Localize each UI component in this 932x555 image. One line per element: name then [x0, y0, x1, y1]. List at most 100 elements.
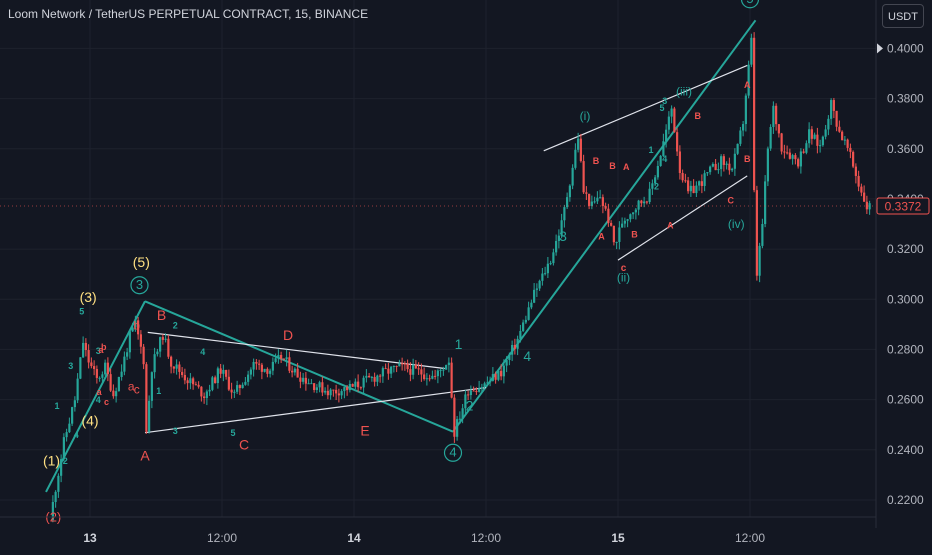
- candle-up: [445, 365, 448, 370]
- wave-label: A: [623, 162, 630, 172]
- candle-up: [843, 139, 846, 141]
- candle-up: [205, 391, 208, 399]
- candle-up: [711, 163, 714, 167]
- candle-up: [456, 419, 459, 437]
- wave-label: 3: [173, 426, 178, 436]
- candle-up: [156, 351, 159, 355]
- candle-up: [216, 368, 219, 384]
- candle-up: [574, 149, 577, 168]
- candle-down: [368, 375, 371, 378]
- candle-down: [288, 357, 291, 371]
- candle-down: [291, 370, 294, 373]
- candle-down: [673, 108, 676, 133]
- wave-label: C: [728, 195, 735, 205]
- candle-down: [227, 376, 230, 390]
- candle-up: [277, 354, 280, 359]
- candle-up: [813, 134, 816, 139]
- candle-up: [354, 381, 357, 387]
- candle-up: [731, 168, 734, 171]
- candle-up: [68, 423, 71, 433]
- candle-down: [783, 151, 786, 153]
- candle-up: [249, 369, 252, 375]
- candle-up: [73, 400, 76, 408]
- candle-up: [82, 342, 85, 358]
- wave-label: 5: [230, 428, 235, 438]
- y-tick-label: 0.3800: [887, 92, 924, 106]
- candle-down: [409, 369, 412, 375]
- candle-down: [841, 131, 844, 141]
- candle-up: [128, 331, 131, 353]
- candle-up: [830, 100, 833, 119]
- wave-label: B: [593, 156, 600, 166]
- candle-up: [211, 377, 214, 390]
- candle-down: [775, 105, 778, 125]
- x-tick-label: 12:00: [471, 531, 501, 545]
- candle-down: [832, 100, 835, 111]
- y-tick-label: 0.3600: [887, 142, 924, 156]
- candle-up: [348, 384, 351, 391]
- y-tick-label: 0.2600: [887, 393, 924, 407]
- candle-up: [615, 241, 618, 243]
- candle-down: [373, 376, 376, 382]
- candle-up: [486, 382, 489, 384]
- candle-up: [398, 363, 401, 367]
- candle-down: [219, 368, 222, 374]
- candle-down: [109, 374, 112, 391]
- candle-down: [728, 163, 731, 171]
- candle-up: [57, 475, 60, 492]
- candle-up: [527, 307, 530, 320]
- y-tick-label: 0.3200: [887, 242, 924, 256]
- candle-up: [596, 197, 599, 202]
- candle-up: [819, 145, 822, 147]
- candle-up: [425, 378, 428, 380]
- candle-down: [849, 147, 852, 152]
- candle-up: [502, 365, 505, 377]
- candle-down: [423, 374, 426, 380]
- candle-down: [192, 378, 195, 385]
- candle-up: [508, 354, 511, 360]
- chart-area[interactable]: (1) (2) (3) (4) (5) 1 2 3 4 5 3 a b 4 a c a c b B A C D E 1 2 3 4 5 1…: [0, 0, 932, 550]
- candle-up: [126, 352, 129, 357]
- candle-down: [299, 377, 302, 382]
- candle-down: [238, 385, 241, 389]
- candle-down: [434, 375, 437, 377]
- candle-up: [621, 223, 624, 228]
- candle-up: [709, 166, 712, 173]
- y-tick-label: 0.4000: [887, 41, 924, 55]
- candle-down: [692, 185, 695, 194]
- candle-up: [824, 129, 827, 137]
- candle-up: [412, 364, 415, 375]
- candle-down: [260, 364, 263, 372]
- candle-up: [519, 330, 522, 339]
- candle-up: [761, 223, 764, 246]
- candle-up: [274, 358, 277, 362]
- wave-label: 4: [523, 348, 531, 364]
- candle-up: [544, 273, 547, 275]
- candle-up: [566, 197, 569, 208]
- wave-label: 2: [654, 181, 659, 191]
- candle-up: [599, 197, 602, 199]
- candle-up: [648, 188, 651, 203]
- wave-label: b: [101, 342, 107, 352]
- wave-label: (3): [80, 289, 97, 305]
- chart-title: Loom Network / TetherUS PERPETUAL CONTRA…: [8, 7, 369, 21]
- candle-down: [854, 166, 857, 176]
- candle-down: [197, 384, 200, 387]
- candle-down: [326, 390, 329, 396]
- candle-down: [579, 138, 582, 162]
- candle-down: [280, 354, 283, 359]
- candle-up: [431, 375, 434, 379]
- candle-down: [788, 152, 791, 159]
- candle-up: [568, 185, 571, 198]
- currency-selector-button[interactable]: USDT: [882, 4, 924, 28]
- candle-down: [266, 368, 269, 374]
- wave-label: E: [360, 422, 369, 438]
- candle-up: [541, 273, 544, 281]
- candle-up: [632, 212, 635, 215]
- candle-down: [87, 350, 90, 363]
- wave-label: (4): [81, 412, 98, 428]
- wave-label: (iii): [676, 85, 692, 99]
- wave-label: B: [157, 307, 166, 323]
- wave-label: 3: [68, 361, 73, 371]
- candlestick-chart[interactable]: (1)(2)(3)(4)(5)123453ab4aca cbBACDE123451…: [0, 0, 932, 550]
